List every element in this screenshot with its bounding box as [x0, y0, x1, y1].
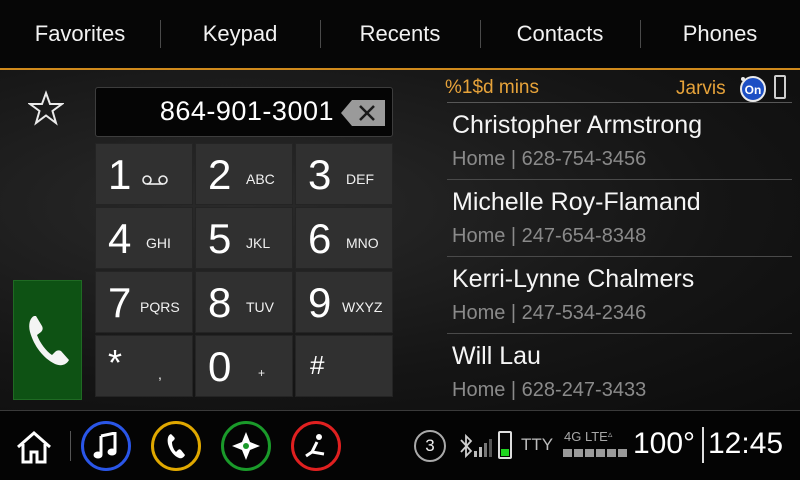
assistant-name: Jarvis — [676, 78, 726, 99]
tab-label: Favorites — [34, 21, 126, 46]
tab-label: Phones — [682, 21, 758, 46]
seat-climate-icon — [305, 434, 325, 458]
contact-detail: Home | 247-534-2346 — [452, 302, 647, 324]
call-button[interactable] — [13, 280, 82, 400]
network-label: 4G LTE — [564, 429, 608, 444]
music-app-button[interactable] — [81, 421, 131, 471]
key-letters: ABC — [246, 171, 275, 187]
key-digit: 7 — [108, 279, 132, 326]
key-digit: 8 — [208, 279, 232, 326]
bottom-bar: 3 TTY 4G LTE▵ 100° 12:45 — [0, 410, 800, 480]
key-letters: DEF — [346, 171, 374, 187]
contact-item[interactable]: Michelle Roy-Flamand Home | 247-654-8348 — [447, 180, 792, 257]
voicemail-icon — [142, 175, 168, 185]
key-letters: , — [158, 366, 162, 382]
contact-item[interactable]: Will Lau Home | 628-247-3433 — [447, 334, 792, 411]
notification-count-badge[interactable]: 3 — [414, 430, 446, 462]
key-digit: 6 — [308, 215, 332, 262]
key-6[interactable]: 6 MNO — [295, 207, 393, 269]
key-letters: + — [258, 366, 266, 380]
key-7[interactable]: 7 PQRS — [95, 271, 193, 333]
key-digit: 3 — [308, 151, 332, 198]
bottom-bar-divider — [70, 431, 71, 461]
music-note-icon — [93, 432, 117, 459]
signal-strength-icon — [474, 439, 492, 457]
tab-keypad[interactable]: Keypad — [160, 0, 320, 68]
navigation-app-button[interactable] — [221, 421, 271, 471]
svg-text:On: On — [745, 83, 762, 97]
key-letters: WXYZ — [342, 299, 383, 315]
phone-icon — [167, 434, 185, 459]
contact-name: Michelle Roy-Flamand — [452, 188, 701, 216]
outside-temperature: 100° — [633, 427, 696, 460]
key-hash[interactable]: # — [295, 335, 393, 397]
tty-indicator: TTY — [521, 435, 554, 454]
status-divider — [702, 427, 704, 463]
key-letters: PQRS — [140, 299, 180, 315]
tab-recents[interactable]: Recents — [320, 0, 480, 68]
contact-name: Kerri-Lynne Chalmers — [452, 265, 695, 293]
tab-favorites[interactable]: Favorites — [0, 0, 160, 68]
tab-label: Recents — [359, 21, 441, 46]
tab-contacts[interactable]: Contacts — [480, 0, 640, 68]
key-star[interactable]: * , — [95, 335, 193, 397]
key-digit: 4 — [108, 215, 132, 262]
network-type: 4G LTE▵ — [564, 429, 612, 444]
clock: 12:45 — [708, 427, 784, 460]
compass-icon — [232, 432, 260, 460]
bluetooth-icon — [460, 433, 473, 459]
phone-app-button[interactable] — [151, 421, 201, 471]
key-4[interactable]: 4 GHI — [95, 207, 193, 269]
key-letters: MNO — [346, 235, 379, 251]
contact-item[interactable]: Kerri-Lynne Chalmers Home | 247-534-2346 — [447, 257, 792, 334]
favorite-star-icon[interactable] — [28, 90, 64, 126]
key-5[interactable]: 5 JKL — [195, 207, 293, 269]
dialed-number: 864-901-3001 — [159, 96, 334, 126]
key-letters: GHI — [146, 235, 171, 251]
key-digit: 2 — [208, 151, 232, 198]
tab-phones[interactable]: Phones — [640, 0, 800, 68]
dialed-number-field[interactable]: 864-901-3001 — [95, 87, 393, 137]
climate-app-button[interactable] — [291, 421, 341, 471]
key-3[interactable]: 3 DEF — [295, 143, 393, 205]
remaining-minutes: %1$d mins — [445, 77, 539, 98]
contact-name: Will Lau — [452, 342, 541, 370]
key-digit: 0 — [208, 343, 232, 390]
home-icon[interactable] — [14, 429, 54, 465]
tab-label: Keypad — [202, 21, 278, 46]
key-9[interactable]: 9 WXYZ — [295, 271, 393, 333]
top-tab-bar: Favorites Keypad Recents Contacts Phones — [0, 0, 800, 68]
contact-detail: Home | 247-654-8348 — [452, 225, 647, 247]
key-digit: 9 — [308, 279, 332, 326]
key-digit: 5 — [208, 215, 232, 262]
contact-detail: Home | 628-247-3433 — [452, 379, 647, 401]
battery-icon — [498, 431, 512, 459]
contact-detail: Home | 628-754-3456 — [452, 148, 647, 170]
key-1[interactable]: 1 — [95, 143, 193, 205]
key-0[interactable]: 0 + — [195, 335, 293, 397]
phone-handset-icon — [28, 316, 69, 366]
phone-battery-icon — [774, 75, 786, 99]
key-digit: * — [108, 342, 123, 383]
lte-signal-bars — [563, 449, 627, 457]
data-arrow-icon: ▵ — [607, 429, 613, 439]
battery-level-fill — [501, 448, 509, 456]
main-area: 864-901-3001 1 2 ABC 3 DEF 4 GHI 5 JKL 6… — [0, 70, 800, 410]
tab-label: Contacts — [516, 21, 604, 46]
key-letters: JKL — [246, 235, 271, 251]
key-letters: TUV — [246, 299, 274, 315]
key-2[interactable]: 2 ABC — [195, 143, 293, 205]
key-digit: 1 — [108, 151, 132, 198]
contact-name: Christopher Armstrong — [452, 111, 703, 139]
key-digit: # — [310, 350, 325, 380]
backspace-icon[interactable] — [340, 99, 386, 127]
onstar-icon: On — [740, 76, 766, 102]
contact-item[interactable]: Christopher Armstrong Home | 628-754-345… — [447, 103, 792, 180]
key-8[interactable]: 8 TUV — [195, 271, 293, 333]
